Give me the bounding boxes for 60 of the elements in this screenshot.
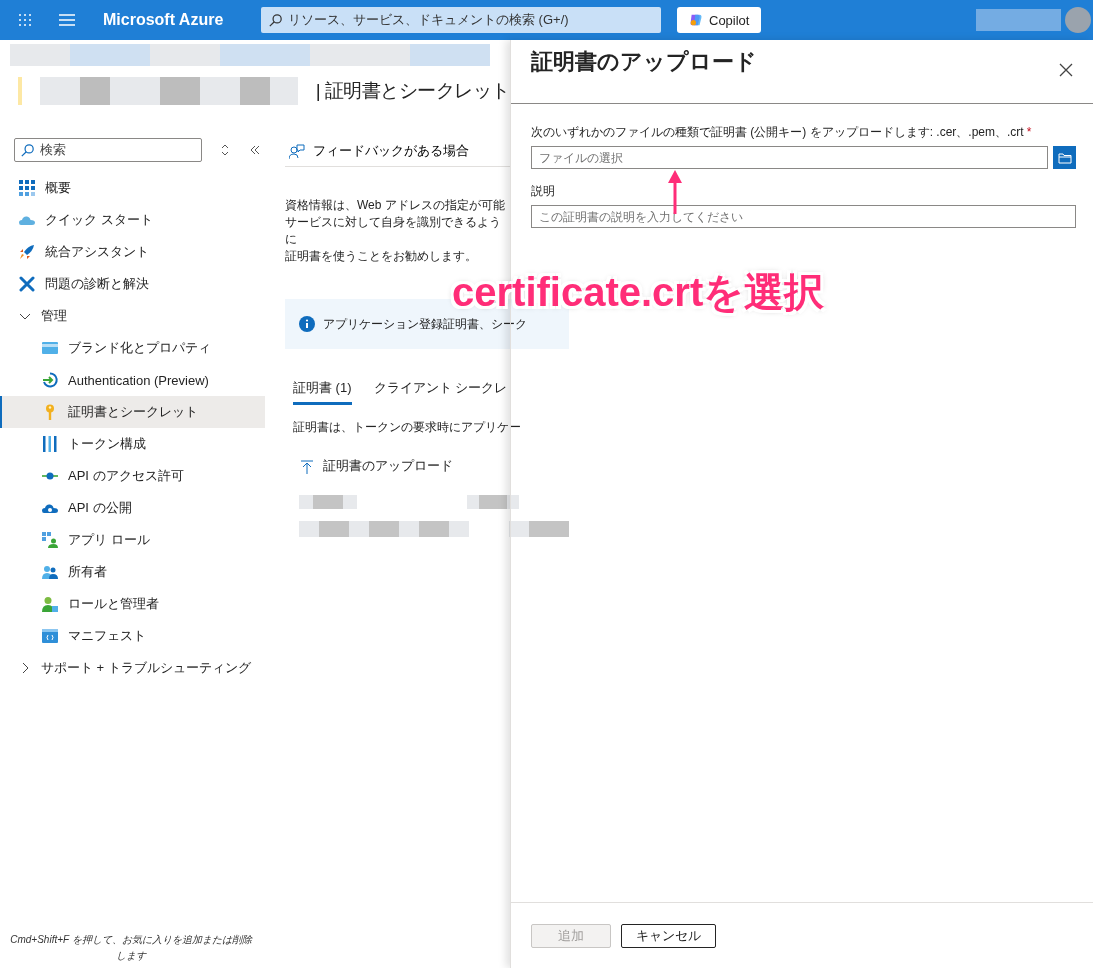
tab[interactable]: クライアント シークレ — [373, 379, 508, 405]
tools-icon — [19, 276, 35, 292]
sidebar-item[interactable]: API のアクセス許可 — [0, 460, 265, 492]
sidebar-item[interactable]: API の公開 — [0, 492, 265, 524]
close-icon[interactable] — [1059, 62, 1073, 77]
sidebar-item[interactable]: ロールと管理者 — [0, 588, 265, 620]
person-chat-icon — [289, 143, 305, 160]
sidebar-item[interactable]: 管理 — [0, 300, 265, 332]
sidebar-item[interactable]: サポート + トラブルシューティング — [0, 652, 265, 684]
feedback-button[interactable]: フィードバックがある場合 — [285, 137, 510, 167]
search-field[interactable]: リソース、サービス、ドキュメントの検索 (G+/) — [261, 7, 661, 33]
description-text: 証明書を使うことをお勧めします。 — [285, 248, 478, 265]
folder-icon[interactable] — [1053, 146, 1076, 169]
description-text: 資格情報は、Web アドレスの指定が可能 — [285, 197, 506, 214]
annotation-text: certificate.crtを選択 — [452, 272, 825, 312]
sidebar-item[interactable]: 問題の診断と解決 — [0, 268, 265, 300]
required-mark: * — [1026, 125, 1032, 139]
page-title: | 証明書とシークレット — [315, 79, 510, 103]
upload-icon — [301, 459, 313, 474]
sidebar-item[interactable]: 概要 — [0, 172, 265, 204]
sidebar-item[interactable]: マニフェスト — [0, 620, 265, 652]
file-field[interactable]: ファイルの選択 — [531, 146, 1048, 169]
redacted-block — [299, 495, 357, 509]
copilot-button[interactable]: Copilot — [677, 7, 762, 33]
code-file-icon — [42, 628, 58, 644]
sidebar-item[interactable]: クイック スタート — [0, 204, 265, 236]
sidebar-search-field[interactable]: 検索 — [14, 138, 202, 162]
sidebar-item[interactable]: 統合アシスタント — [0, 236, 265, 268]
rocket-icon — [19, 244, 35, 260]
sidebar-item[interactable]: 証明書とシークレット — [0, 396, 265, 428]
search-icon — [269, 13, 282, 27]
sidebar-item[interactable]: アプリ ロール — [0, 524, 265, 556]
sidebar-item[interactable]: 所有者 — [0, 556, 265, 588]
card-icon — [42, 340, 58, 356]
redacted-block — [509, 521, 569, 537]
description-text: サービスに対して自身を識別できるように — [285, 214, 502, 248]
bars-icon — [42, 436, 58, 452]
app-launcher-icon[interactable] — [17, 12, 33, 28]
sign-in-icon — [42, 372, 58, 388]
sidebar-item[interactable]: Authentication (Preview) — [0, 364, 265, 396]
field-label: 説明 — [531, 183, 556, 200]
sidebar-item[interactable]: ブランド化とプロパティ — [0, 332, 265, 364]
sidebar-item[interactable]: トークン構成 — [0, 428, 265, 460]
app-title: Microsoft Azure — [103, 11, 225, 29]
copilot-logo — [689, 13, 703, 27]
people-icon — [42, 564, 58, 580]
tab[interactable]: 証明書 (1) — [293, 379, 352, 405]
upload-button[interactable]: 証明書のアップロード — [301, 458, 569, 475]
field-label: 次のいずれかのファイルの種類で証明書 (公開キー) をアップロードします: .cer、.pem、.crt — [531, 125, 1024, 139]
menu-icon[interactable] — [59, 12, 75, 28]
info-icon — [299, 316, 315, 332]
shortcut-hint: Cmd+Shift+F を押して、お気に入りを追加または削除します — [9, 933, 254, 963]
redacted-block — [467, 495, 519, 509]
panel-title: 証明書のアップロード — [531, 47, 757, 76]
grid-person-icon — [42, 532, 58, 548]
person-icon — [42, 596, 58, 612]
footer-button[interactable]: キャンセル — [621, 923, 716, 948]
search-icon — [21, 143, 34, 157]
collapse-icon[interactable] — [248, 143, 262, 157]
grid-icon — [19, 180, 35, 196]
